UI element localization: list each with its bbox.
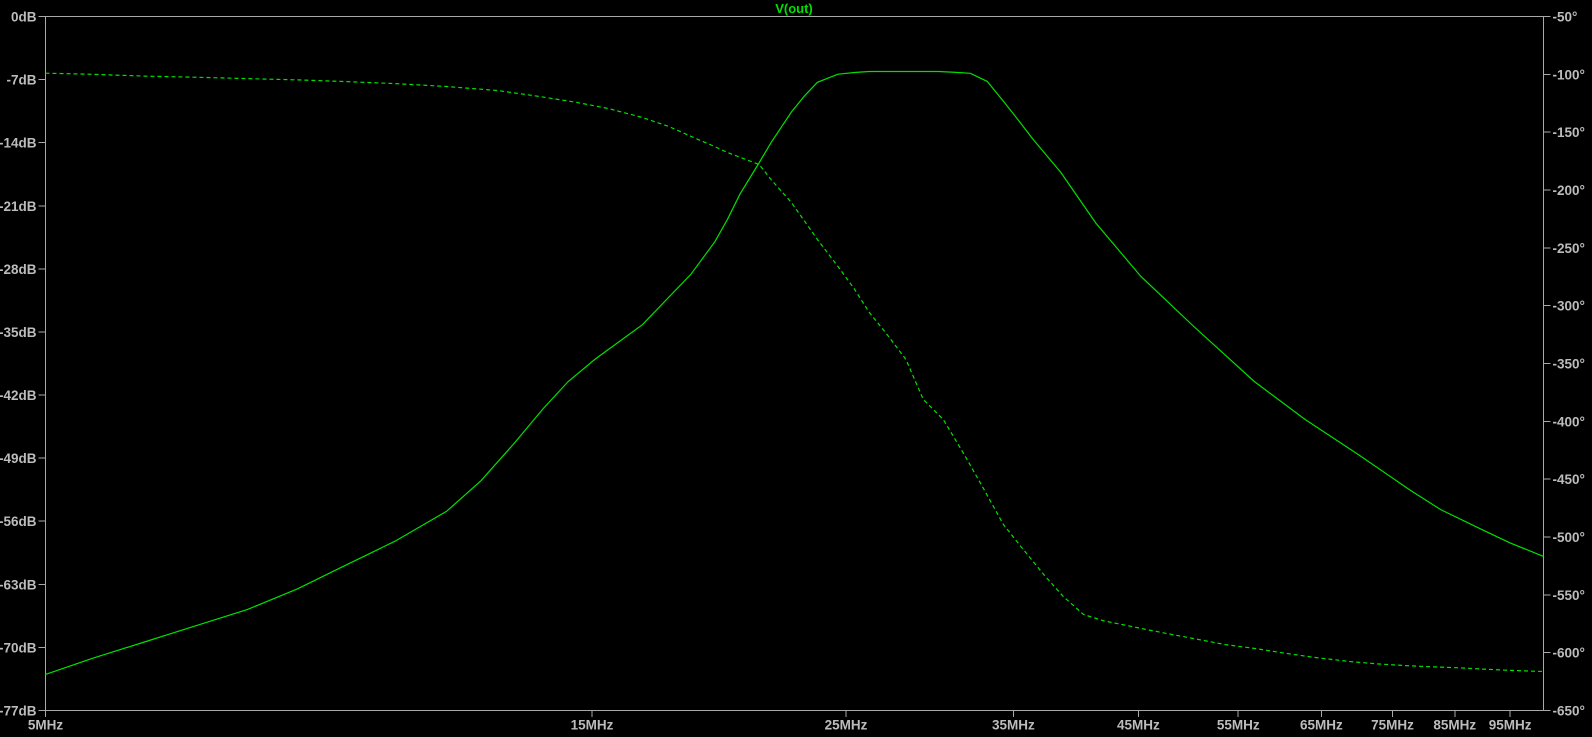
y-right-tick-label[interactable]: -650° xyxy=(1553,704,1585,719)
y-right-tick-label[interactable]: -300° xyxy=(1553,299,1585,314)
x-tick-label[interactable]: 75MHz xyxy=(1371,718,1414,733)
y-right-tick-label[interactable]: -100° xyxy=(1553,67,1585,82)
y-left-tick-label[interactable]: -21dB xyxy=(0,199,37,214)
x-tick-label[interactable]: 85MHz xyxy=(1433,718,1476,733)
y-left-tick-label[interactable]: -77dB xyxy=(0,704,37,719)
y-left-tick-label[interactable]: -56dB xyxy=(0,514,37,529)
y-left-tick-label[interactable]: -49dB xyxy=(0,451,37,466)
y-right-tick-label[interactable]: -200° xyxy=(1553,183,1585,198)
y-left-tick-label[interactable]: -35dB xyxy=(0,325,37,340)
y-left-tick-label[interactable]: 0dB xyxy=(11,10,37,25)
y-left-tick-label[interactable]: -42dB xyxy=(0,388,37,403)
waveform-viewer: V(out) 5MHz15MHz25MHz35MHz45MHz55MHz65MH… xyxy=(0,0,1592,737)
y-right-tick-label[interactable]: -250° xyxy=(1553,241,1585,256)
trace-magnitude xyxy=(46,72,1544,675)
y-left-tick-label[interactable]: -70dB xyxy=(0,640,37,655)
y-right-tick-label[interactable]: -550° xyxy=(1553,588,1585,603)
plot-border xyxy=(46,17,1544,711)
x-tick-label[interactable]: 55MHz xyxy=(1217,718,1260,733)
y-right-tick-label[interactable]: -150° xyxy=(1553,125,1585,140)
y-right-tick-label[interactable]: -50° xyxy=(1553,10,1578,25)
x-tick-label[interactable]: 35MHz xyxy=(992,718,1035,733)
y-right-tick-label[interactable]: -400° xyxy=(1553,414,1585,429)
y-right-tick-label[interactable]: -600° xyxy=(1553,646,1585,661)
trace-phase xyxy=(46,73,1544,671)
y-left-tick-label[interactable]: -7dB xyxy=(7,73,37,88)
y-right-tick-label[interactable]: -350° xyxy=(1553,357,1585,372)
y-axis-left-db[interactable]: 0dB -7dB -14dB -21dB -28dB -35dB -42dB -49dB -56… xyxy=(0,10,46,719)
x-tick-label[interactable]: 45MHz xyxy=(1117,718,1160,733)
y-left-tick-label[interactable]: -14dB xyxy=(0,136,37,151)
y-left-tick-label[interactable]: -63dB xyxy=(0,577,37,592)
x-tick-label[interactable]: 95MHz xyxy=(1489,718,1532,733)
y-right-tick-label[interactable]: -450° xyxy=(1553,472,1585,487)
x-tick-label[interactable]: 15MHz xyxy=(571,718,614,733)
x-tick-label[interactable]: 5MHz xyxy=(28,718,64,733)
x-tick-label[interactable]: 25MHz xyxy=(825,718,868,733)
y-right-tick-label[interactable]: -500° xyxy=(1553,530,1585,545)
y-left-tick-label[interactable]: -28dB xyxy=(0,262,37,277)
y-axis-right-degrees[interactable]: -50° -100° -150° -200° -250° -300° -350° -400° -… xyxy=(1544,10,1585,719)
x-tick-label[interactable]: 65MHz xyxy=(1300,718,1343,733)
x-axis[interactable]: 5MHz 15MHz 25MHz 35MHz 45MHz 55MHz 65MHz 75MHz 8… xyxy=(28,711,1532,733)
bode-plot-canvas[interactable]: 5MHz 15MHz 25MHz 35MHz 45MHz 55MHz 65MHz 75MHz 8… xyxy=(0,0,1592,737)
